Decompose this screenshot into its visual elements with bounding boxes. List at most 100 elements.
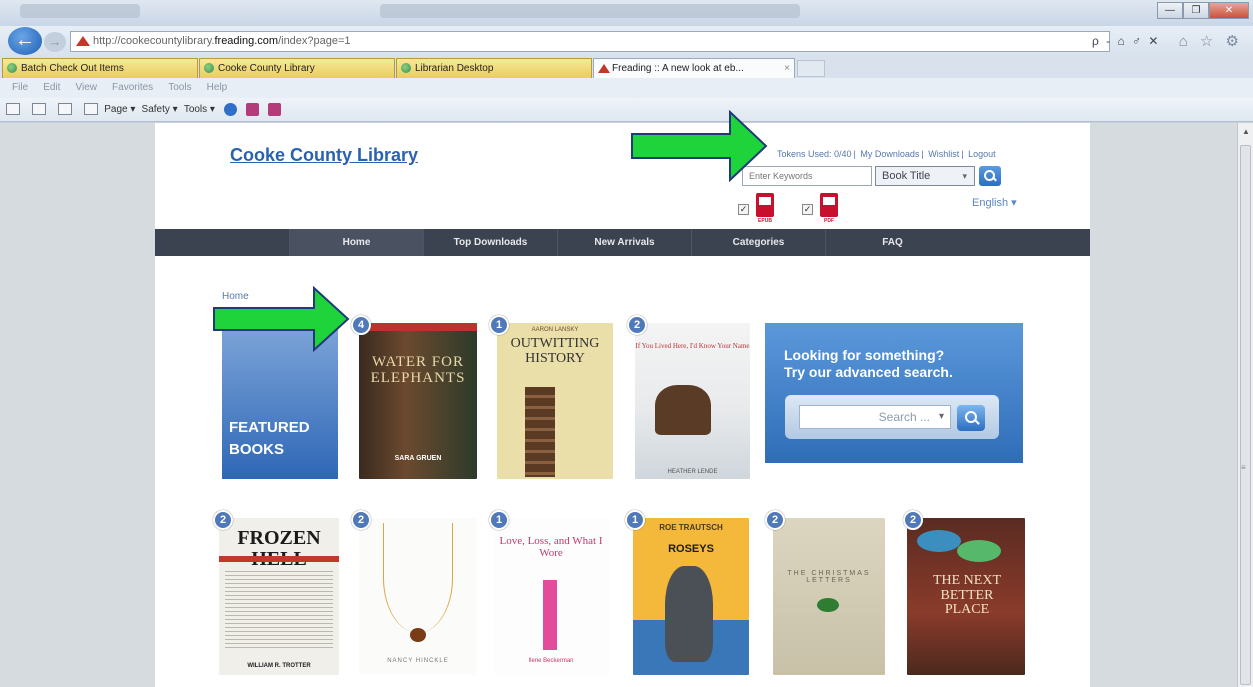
tab-label: Freading :: A new look at eb... bbox=[612, 63, 744, 74]
book-title: If You Lived Here, I'd Know Your Name bbox=[635, 342, 750, 350]
scrollbar-thumb[interactable] bbox=[1240, 145, 1251, 685]
nav-top-downloads[interactable]: Top Downloads bbox=[423, 229, 557, 256]
dress-illustration bbox=[543, 580, 557, 650]
tab-librarian-desktop[interactable]: Librarian Desktop bbox=[396, 58, 592, 78]
site-title-link[interactable]: Cooke County Library bbox=[230, 145, 418, 166]
book-author: NANCY HINCKLE bbox=[387, 658, 449, 664]
extension-icon[interactable] bbox=[268, 102, 282, 116]
tab-cooke-county-library[interactable]: Cooke County Library bbox=[199, 58, 395, 78]
epub-checkbox[interactable]: ✓ bbox=[738, 204, 749, 215]
window-title-text bbox=[380, 4, 800, 18]
search-type-select[interactable]: Book Title bbox=[875, 166, 975, 186]
menu-favorites[interactable]: Favorites bbox=[112, 82, 153, 93]
nav-categories[interactable]: Categories bbox=[691, 229, 825, 256]
forward-button[interactable]: → bbox=[44, 32, 66, 52]
extension-icon[interactable] bbox=[246, 102, 260, 116]
epub-label: EPUB bbox=[758, 218, 772, 224]
back-button[interactable]: ← bbox=[8, 27, 42, 55]
book-cover-next-better-place[interactable]: THE NEXT BETTER PLACE bbox=[907, 518, 1025, 675]
address-tools[interactable]: ρ - ⌂ ♂ ✕ bbox=[1092, 34, 1160, 48]
book-stack-illustration bbox=[525, 387, 555, 477]
tab-favicon-icon bbox=[204, 63, 214, 73]
book-title: THE CHRISTMAS LETTERS bbox=[787, 570, 871, 585]
new-tab-button[interactable] bbox=[797, 60, 825, 77]
menu-view[interactable]: View bbox=[75, 82, 97, 93]
book-cover-roseys[interactable]: ROE TRAUTSCH ROSEYS bbox=[633, 518, 749, 675]
help-icon[interactable] bbox=[224, 102, 238, 116]
pdf-label: PDF bbox=[824, 218, 834, 224]
book-cover-love-loss[interactable]: Love, Loss, and What I Wore Ilene Becker… bbox=[493, 518, 609, 675]
advanced-search-icon[interactable] bbox=[957, 405, 985, 431]
menu-tools[interactable]: Tools bbox=[168, 82, 191, 93]
book-title: WATER FOR ELEPHANTS bbox=[370, 354, 466, 386]
logout-link[interactable]: Logout bbox=[968, 149, 996, 159]
close-window-button[interactable]: ✕ bbox=[1209, 2, 1249, 19]
book-cover-water-for-elephants[interactable]: WATER FOR ELEPHANTS SARA GRUEN bbox=[359, 323, 477, 479]
tab-favicon-icon bbox=[401, 63, 411, 73]
print-icon[interactable] bbox=[84, 103, 99, 116]
moose-illustration bbox=[655, 385, 711, 435]
book-cover-frozen-hell[interactable]: FROZEN HELL WILLIAM R. TROTTER bbox=[219, 518, 339, 675]
pdf-file-icon bbox=[820, 193, 838, 217]
necklace-illustration bbox=[383, 523, 453, 633]
nav-new-arrivals[interactable]: New Arrivals bbox=[557, 229, 691, 256]
search-icon[interactable] bbox=[979, 166, 1001, 186]
book-author: Ilene Beckerman bbox=[528, 658, 574, 664]
annotation-arrow-featured bbox=[213, 286, 350, 352]
mail-icon[interactable] bbox=[58, 103, 73, 116]
scroll-up-icon[interactable]: ▲ bbox=[1242, 127, 1250, 136]
download-count-badge: 2 bbox=[765, 510, 785, 530]
book-author: AARON LANSKY bbox=[531, 327, 579, 333]
web-page: Cooke County Library Tokens Used: 0/40 | … bbox=[155, 123, 1090, 687]
menu-edit[interactable]: Edit bbox=[43, 82, 60, 93]
featured-label: FEATURED BOOKS bbox=[229, 419, 310, 458]
book-author: WILLIAM R. TROTTER bbox=[247, 663, 311, 669]
pendant-illustration bbox=[410, 628, 426, 642]
tools-menu[interactable]: Tools ▾ bbox=[184, 104, 215, 115]
book-title: THE NEXT BETTER PLACE bbox=[932, 573, 1002, 618]
download-count-badge: 2 bbox=[351, 510, 371, 530]
book-cover-necklace[interactable]: NANCY HINCKLE bbox=[359, 518, 477, 675]
dog-illustration bbox=[665, 566, 713, 662]
feeds-icon[interactable] bbox=[32, 103, 47, 116]
tab-freading[interactable]: Freading :: A new look at eb... × bbox=[593, 58, 795, 78]
annotation-arrow-tokens bbox=[631, 110, 768, 182]
book-author: SARA GRUEN bbox=[394, 455, 442, 462]
safety-menu[interactable]: Safety ▾ bbox=[142, 104, 178, 115]
cover-band bbox=[359, 323, 477, 331]
epub-file-icon bbox=[756, 193, 774, 217]
menu-file[interactable]: File bbox=[12, 82, 28, 93]
url-prefix: http://cookecountylibrary. bbox=[93, 35, 215, 47]
minimize-button[interactable]: — bbox=[1157, 2, 1183, 19]
address-bar[interactable]: http://cookecountylibrary.freading.com/i… bbox=[70, 31, 1110, 52]
book-cover-christmas-letters[interactable]: THE CHRISTMAS LETTERS bbox=[773, 518, 885, 675]
download-count-badge: 1 bbox=[625, 510, 645, 530]
advanced-search-box: Search ... bbox=[785, 395, 999, 439]
download-count-badge: 2 bbox=[213, 510, 233, 530]
maximize-button[interactable]: ❐ bbox=[1183, 2, 1209, 19]
nav-home[interactable]: Home bbox=[289, 229, 423, 256]
pdf-checkbox[interactable]: ✓ bbox=[802, 204, 813, 215]
nav-faq[interactable]: FAQ bbox=[825, 229, 959, 256]
download-count-badge: 2 bbox=[627, 315, 647, 335]
page-menu[interactable]: Page ▾ bbox=[104, 104, 135, 115]
book-cover-if-you-lived-here[interactable]: If You Lived Here, I'd Know Your Name HE… bbox=[635, 323, 750, 479]
book-cover-outwitting-history[interactable]: AARON LANSKY OUTWITTING HISTORY bbox=[497, 323, 613, 479]
advanced-search-select[interactable]: Search ... bbox=[799, 405, 951, 429]
wishlist-link[interactable]: Wishlist bbox=[928, 149, 959, 159]
download-count-badge: 1 bbox=[489, 315, 509, 335]
download-count-badge: 2 bbox=[903, 510, 923, 530]
language-select[interactable]: English ▾ bbox=[972, 196, 1017, 209]
vertical-scrollbar[interactable]: ▲ ≡ bbox=[1237, 123, 1253, 687]
home-icon[interactable] bbox=[6, 103, 20, 116]
my-downloads-link[interactable]: My Downloads bbox=[860, 149, 919, 159]
home-favorites-settings-icons[interactable]: ⌂ ☆ ⚙ bbox=[1179, 32, 1243, 50]
tokens-used-link[interactable]: Tokens Used: 0/40 bbox=[777, 149, 852, 159]
book-title: ROSEYS bbox=[668, 543, 714, 555]
tab-favicon-icon bbox=[598, 64, 610, 73]
account-links: Tokens Used: 0/40 | My Downloads | Wishlis… bbox=[777, 149, 996, 159]
menu-help[interactable]: Help bbox=[207, 82, 228, 93]
tab-batch-check-out[interactable]: Batch Check Out Items bbox=[2, 58, 198, 78]
tab-close-icon[interactable]: × bbox=[784, 59, 790, 78]
command-bar: Page ▾ Safety ▾ Tools ▾ bbox=[0, 98, 1253, 122]
